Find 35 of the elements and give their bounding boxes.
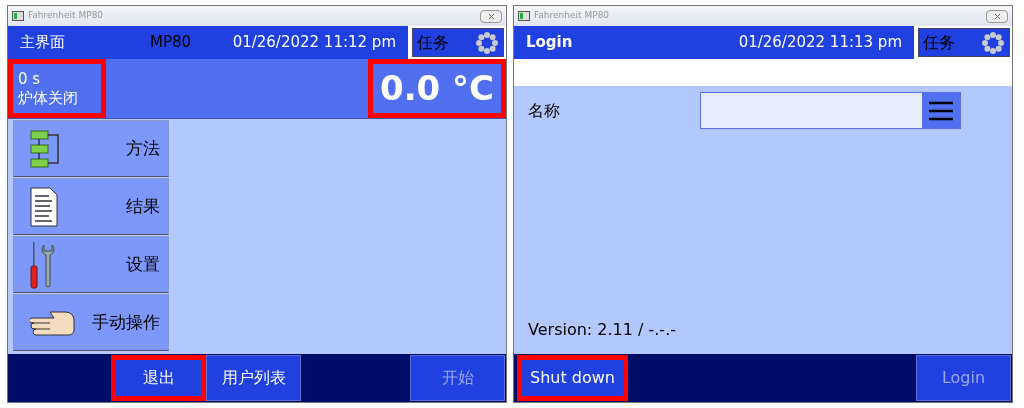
app-icon <box>518 11 530 21</box>
menu-button[interactable]: 结果 <box>13 178 169 235</box>
tools-icon <box>30 240 56 289</box>
close-icon <box>993 12 1001 20</box>
footer-button[interactable]: 退出 <box>111 355 206 401</box>
footer-button[interactable]: Shut down <box>517 355 628 401</box>
menu-button[interactable]: 设置 <box>13 236 169 293</box>
footer-button[interactable]: 用户列表 <box>206 355 301 401</box>
menu-button[interactable]: 方法 <box>13 120 169 177</box>
busy-spinner-icon <box>475 30 499 55</box>
device-name: MP80 <box>150 32 192 54</box>
version-text: Version: 2.11 / -.-.- <box>528 319 677 341</box>
close-icon <box>487 12 495 20</box>
tasks-label: 任务 <box>923 31 955 54</box>
window-title: Fahrenheit MP80 <box>534 9 611 23</box>
close-button[interactable] <box>480 9 502 23</box>
flowchart-icon <box>30 129 60 168</box>
name-field[interactable] <box>700 92 961 129</box>
elapsed-time: 0 s <box>18 69 42 89</box>
temperature-display: 0.0 °C <box>367 59 506 118</box>
hand-icon <box>30 309 76 336</box>
furnace-state: 炉体关闭 <box>18 88 79 108</box>
screen-title: 主界面 <box>20 32 66 54</box>
close-button[interactable] <box>986 9 1008 23</box>
app-icon <box>12 11 24 21</box>
date-time: 01/26/2022 11:12 pm <box>232 32 396 54</box>
document-icon <box>30 186 58 227</box>
tasks-label: 任务 <box>417 31 449 54</box>
menu-button[interactable]: 手动操作 <box>13 294 169 351</box>
screen-title: Login <box>526 32 574 54</box>
name-label: 名称 <box>528 99 561 122</box>
menu-icon[interactable] <box>928 99 954 122</box>
window-title: Fahrenheit MP80 <box>28 9 105 23</box>
busy-spinner-icon <box>981 30 1005 55</box>
date-time: 01/26/2022 11:13 pm <box>738 32 902 54</box>
